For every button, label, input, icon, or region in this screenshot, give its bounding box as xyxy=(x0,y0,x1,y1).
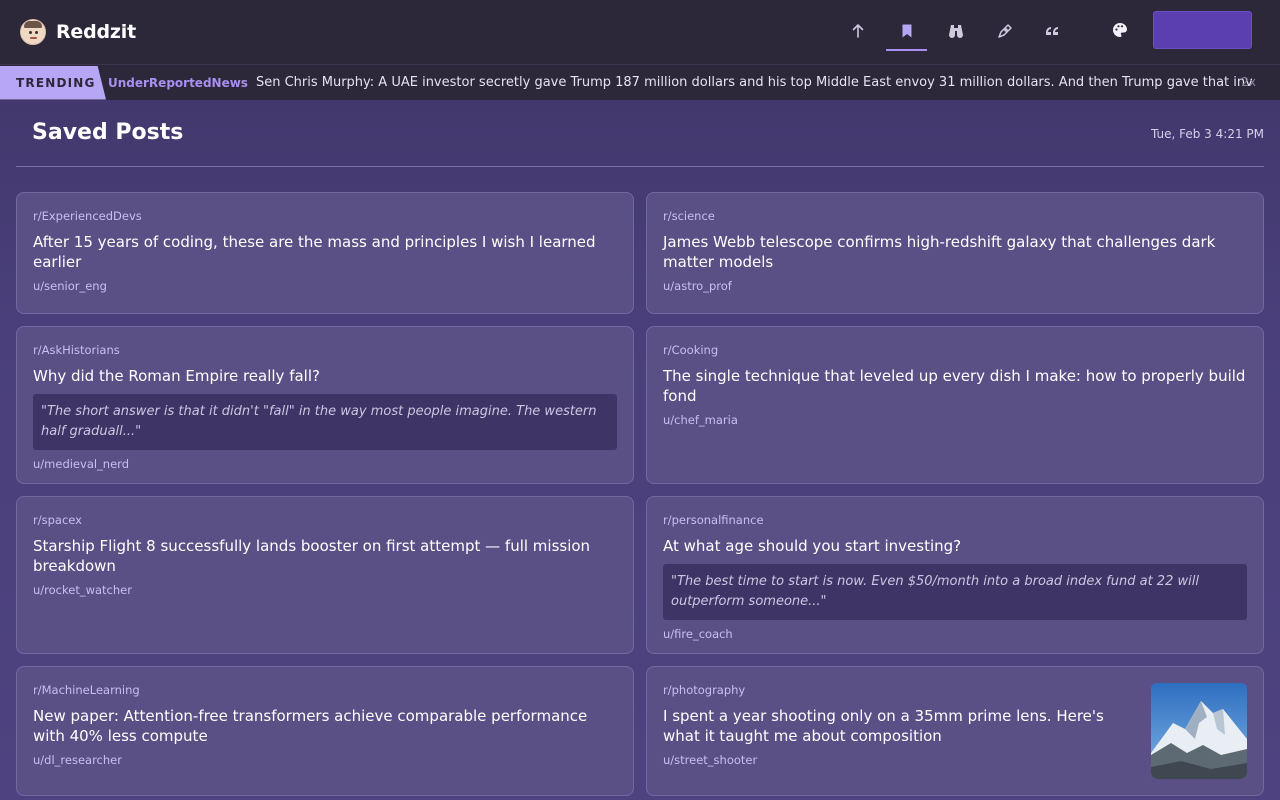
saved-post-card[interactable]: r/MachineLearning New paper: Attention-f… xyxy=(16,666,634,796)
palette-icon xyxy=(1113,23,1127,37)
saved-post-card[interactable]: r/spacex Starship Flight 8 successfully … xyxy=(16,496,634,654)
post-title[interactable]: After 15 years of coding, these are the … xyxy=(33,232,617,272)
post-author[interactable]: u/dl_researcher xyxy=(33,753,617,767)
trending-subreddit-link[interactable]: UnderReportedNews xyxy=(108,76,248,90)
post-title[interactable]: The single technique that leveled up eve… xyxy=(663,366,1247,406)
post-title[interactable]: New paper: Attention-free transformers a… xyxy=(33,706,617,746)
current-datetime: Tue, Feb 3 4:21 PM xyxy=(1151,127,1264,141)
mountain-photo-image xyxy=(1151,683,1247,779)
post-title[interactable]: Starship Flight 8 successfully lands boo… xyxy=(33,536,617,576)
top-bar: Reddzit xyxy=(0,0,1280,64)
arrow-up-icon xyxy=(852,24,863,38)
quote-icon xyxy=(1045,27,1058,35)
post-subreddit[interactable]: r/ExperiencedDevs xyxy=(33,209,617,223)
nav-discover-button[interactable] xyxy=(934,12,977,50)
post-title[interactable]: I spent a year shooting only on a 35mm p… xyxy=(663,706,1133,746)
trending-label: TRENDING xyxy=(0,65,106,100)
saved-post-card[interactable]: r/personalfinance At what age should you… xyxy=(646,496,1264,654)
account-button[interactable] xyxy=(1153,11,1252,49)
post-subreddit[interactable]: r/AskHistorians xyxy=(33,343,617,357)
post-subreddit[interactable]: r/personalfinance xyxy=(663,513,1247,527)
ticker-speed-toggle[interactable]: 2x xyxy=(1241,75,1256,89)
post-author[interactable]: u/rocket_watcher xyxy=(33,583,617,597)
post-author[interactable]: u/fire_coach xyxy=(663,627,1247,641)
post-author[interactable]: u/medieval_nerd xyxy=(33,457,617,471)
theme-palette-button[interactable] xyxy=(1106,16,1134,44)
nav-saved-button[interactable] xyxy=(885,12,928,51)
post-thumbnail[interactable] xyxy=(1151,683,1247,779)
post-subreddit[interactable]: r/science xyxy=(663,209,1247,223)
post-author[interactable]: u/senior_eng xyxy=(33,279,617,293)
post-subreddit[interactable]: r/MachineLearning xyxy=(33,683,617,697)
page-title: Saved Posts xyxy=(32,120,184,145)
post-title[interactable]: At what age should you start investing? xyxy=(663,536,1247,556)
nav-write-button[interactable] xyxy=(983,12,1026,50)
nav-popular-button[interactable] xyxy=(836,12,879,50)
post-title[interactable]: James Webb telescope confirms high-redsh… xyxy=(663,232,1247,272)
post-subreddit[interactable]: r/spacex xyxy=(33,513,617,527)
brand-name: Reddzit xyxy=(56,21,136,43)
bookmark-icon xyxy=(902,24,911,38)
post-comment-excerpt: "The best time to start is now. Even $50… xyxy=(663,564,1247,620)
divider xyxy=(16,166,1264,167)
post-author[interactable]: u/chef_maria xyxy=(663,413,1247,427)
saved-post-card[interactable]: r/AskHistorians Why did the Roman Empire… xyxy=(16,326,634,484)
saved-post-card[interactable]: r/Cooking The single technique that leve… xyxy=(646,326,1264,484)
post-title[interactable]: Why did the Roman Empire really fall? xyxy=(33,366,617,386)
logo[interactable]: Reddzit xyxy=(20,19,136,45)
trending-headline[interactable]: Sen Chris Murphy: A UAE investor secretl… xyxy=(256,75,1252,90)
post-subreddit[interactable]: r/Cooking xyxy=(663,343,1247,357)
post-author[interactable]: u/astro_prof xyxy=(663,279,1247,293)
pen-icon xyxy=(997,24,1012,38)
saved-post-card[interactable]: r/science James Webb telescope confirms … xyxy=(646,192,1264,314)
saved-post-card[interactable]: r/photography I spent a year shooting on… xyxy=(646,666,1264,796)
trending-ticker: TRENDING UnderReportedNews Sen Chris Mur… xyxy=(0,64,1280,100)
logo-avatar-icon xyxy=(20,19,46,45)
post-comment-excerpt: "The short answer is that it didn't "fal… xyxy=(33,394,617,450)
nav-quotes-button[interactable] xyxy=(1032,12,1075,50)
main-nav xyxy=(836,12,1075,51)
binoculars-icon xyxy=(948,25,963,38)
saved-post-card[interactable]: r/ExperiencedDevs After 15 years of codi… xyxy=(16,192,634,314)
